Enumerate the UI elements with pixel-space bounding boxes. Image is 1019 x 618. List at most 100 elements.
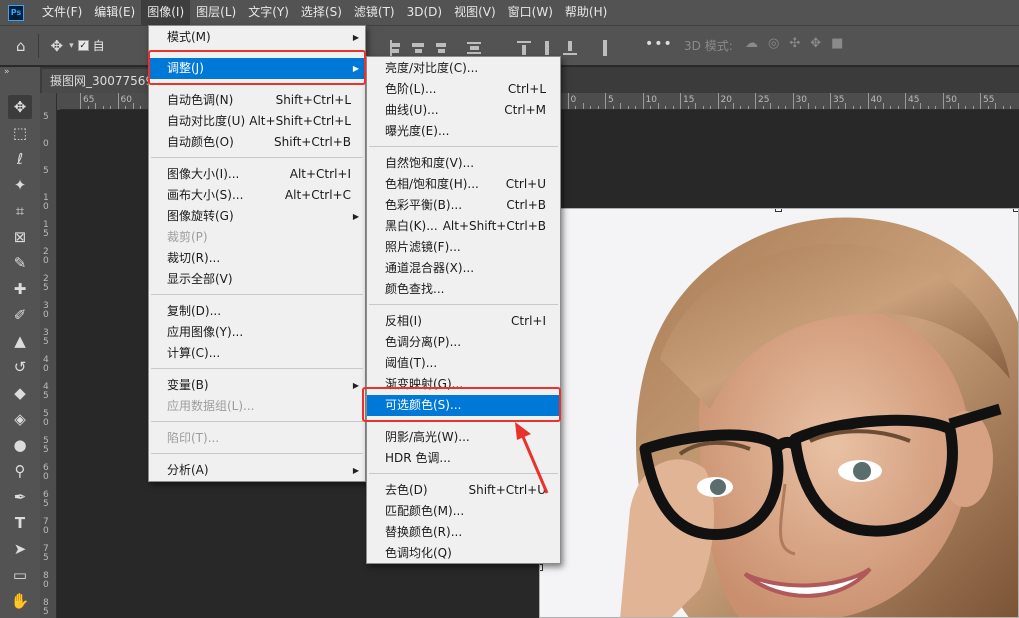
paint-bucket-icon[interactable]: ◈ — [8, 407, 32, 431]
transform-handle[interactable] — [540, 564, 543, 571]
more-options-icon[interactable]: ••• — [645, 36, 673, 52]
menu-item-label: 色阶(L)... — [385, 82, 437, 96]
menu-item-auto-contrast[interactable]: 自动对比度(U) Alt+Shift+Ctrl+L — [149, 111, 365, 132]
menu-item-equalize[interactable]: 色调均化(Q) — [367, 543, 560, 564]
menu-edit[interactable]: 编辑(E) — [88, 0, 141, 25]
ruler-minor-tick — [125, 106, 126, 109]
home-icon[interactable]: ⌂ — [16, 37, 26, 55]
menu-item-posterize[interactable]: 色调分离(P)... — [367, 332, 560, 353]
menu-item-auto-tone[interactable]: 自动色调(N) Shift+Ctrl+L — [149, 90, 365, 111]
menu-filter[interactable]: 滤镜(T) — [348, 0, 401, 25]
document-canvas[interactable] — [539, 208, 1019, 618]
ruler-minor-tick — [777, 106, 779, 109]
document-tab[interactable]: 摄图网_30077569 — [42, 69, 162, 93]
camera-3d-icon[interactable]: ■ — [831, 36, 843, 51]
auto-select-label: 自 — [92, 39, 105, 53]
menu-3d[interactable]: 3D(D) — [401, 0, 448, 25]
move-tool-icon[interactable]: ✥ — [8, 95, 32, 119]
history-brush-icon[interactable]: ↺ — [8, 355, 32, 379]
frame-tool-icon[interactable]: ⊠ — [8, 225, 32, 249]
menu-item-invert[interactable]: 反相(I) Ctrl+I — [367, 311, 560, 332]
pen-tool-icon[interactable]: ✒ — [8, 485, 32, 509]
healing-brush-icon[interactable]: ✚ — [8, 277, 32, 301]
ruler-minor-tick — [87, 106, 89, 109]
ruler-tick-label: 8 5 — [43, 598, 49, 617]
menu-item-label: 图像旋转(G) — [167, 209, 234, 223]
menu-item-brightness-contrast[interactable]: 亮度/对比度(C)... — [367, 58, 560, 79]
menu-item-black-white[interactable]: 黑白(K)... Alt+Shift+Ctrl+B — [367, 216, 560, 237]
stamp-tool-icon[interactable]: ▲ — [8, 329, 32, 353]
dodge-tool-icon[interactable]: ⚲ — [8, 459, 32, 483]
blur-tool-icon[interactable]: ● — [8, 433, 32, 457]
ruler-minor-tick — [582, 103, 584, 109]
ruler-tick-label: 3 0 — [43, 301, 49, 320]
menu-item-exposure[interactable]: 曝光度(E)... — [367, 121, 560, 142]
collapse-panel-icon[interactable]: » — [0, 67, 40, 93]
brush-tool-icon[interactable]: ✐ — [8, 303, 32, 327]
menu-item-duplicate[interactable]: 复制(D)... — [149, 301, 365, 322]
menu-image[interactable]: 图像(I) — [141, 0, 191, 25]
menu-help[interactable]: 帮助(H) — [559, 0, 613, 25]
menu-item-crop: 裁剪(P) — [149, 227, 365, 248]
move-tool-icon[interactable]: ✥ — [51, 37, 64, 55]
rectangle-tool-icon[interactable]: ▭ — [8, 563, 32, 587]
menu-view[interactable]: 视图(V) — [448, 0, 502, 25]
chevron-down-icon[interactable]: ▾ — [69, 41, 74, 51]
menu-item-apply-image[interactable]: 应用图像(Y)... — [149, 322, 365, 343]
type-tool-icon[interactable]: T — [8, 511, 32, 535]
menu-item-color-balance[interactable]: 色彩平衡(B)... Ctrl+B — [367, 195, 560, 216]
menu-item-analysis[interactable]: 分析(A) ▶ — [149, 460, 365, 481]
magic-wand-icon[interactable]: ✦ — [8, 173, 32, 197]
menu-item-photo-filter[interactable]: 照片滤镜(F)... — [367, 237, 560, 258]
hand-tool-icon[interactable]: ✋ — [8, 589, 32, 613]
align-bottom-icon[interactable] — [563, 37, 577, 59]
crop-tool-icon[interactable]: ⌗ — [8, 199, 32, 223]
menu-item-vibrance[interactable]: 自然饱和度(V)... — [367, 153, 560, 174]
path-select-icon[interactable]: ➤ — [8, 537, 32, 561]
eyedropper-icon[interactable]: ✎ — [8, 251, 32, 275]
menu-item-trim[interactable]: 裁切(R)... — [149, 248, 365, 269]
transform-handle[interactable] — [775, 209, 782, 212]
menu-window[interactable]: 窗口(W) — [502, 0, 559, 25]
ruler-tick — [605, 93, 606, 109]
menu-item-channel-mixer[interactable]: 通道混合器(X)... — [367, 258, 560, 279]
menu-item-threshold[interactable]: 阈值(T)... — [367, 353, 560, 374]
distribute-vertical-icon[interactable] — [598, 37, 612, 59]
ruler-minor-tick — [807, 103, 809, 109]
menu-item-canvas-size[interactable]: 画布大小(S)... Alt+Ctrl+C — [149, 185, 365, 206]
menu-item-replace-color[interactable]: 替换颜色(R)... — [367, 522, 560, 543]
menu-item-color-lookup[interactable]: 颜色查找... — [367, 279, 560, 300]
ruler-tick-label: 7 5 — [43, 544, 49, 563]
menu-item-auto-color[interactable]: 自动颜色(O) Shift+Ctrl+B — [149, 132, 365, 153]
menu-item-shortcut: Shift+Ctrl+B — [274, 135, 351, 149]
menu-item-mode[interactable]: 模式(M) ▶ — [149, 27, 365, 48]
slide-3d-icon[interactable]: ✥ — [810, 36, 821, 51]
menu-item-curves[interactable]: 曲线(U)... Ctrl+M — [367, 100, 560, 121]
menu-item-variables[interactable]: 变量(B) ▶ — [149, 375, 365, 396]
pan-3d-icon[interactable]: ✣ — [789, 36, 800, 51]
menu-layer[interactable]: 图层(L) — [190, 0, 242, 25]
menu-item-hue-saturation[interactable]: 色相/饱和度(H)... Ctrl+U — [367, 174, 560, 195]
menu-file[interactable]: 文件(F) — [36, 0, 88, 25]
ruler-minor-tick — [95, 103, 96, 109]
ruler-minor-tick — [627, 106, 629, 109]
ruler-tick-label: 8 0 — [43, 571, 49, 590]
menu-item-levels[interactable]: 色阶(L)... Ctrl+L — [367, 79, 560, 100]
ruler-tick-label: 4 0 — [43, 355, 49, 374]
menu-item-calculations[interactable]: 计算(C)... — [149, 343, 365, 364]
menu-select[interactable]: 选择(S) — [295, 0, 348, 25]
menu-type[interactable]: 文字(Y) — [242, 0, 295, 25]
auto-select-checkbox[interactable]: ✓ — [77, 40, 89, 51]
menu-item-reveal-all[interactable]: 显示全部(V) — [149, 269, 365, 290]
menu-item-label: 匹配颜色(M)... — [385, 504, 465, 518]
marquee-tool-icon[interactable]: ⬚ — [8, 121, 32, 145]
ruler-tick-label: 3 5 — [43, 328, 49, 347]
lasso-tool-icon[interactable]: ℓ — [8, 147, 32, 171]
eraser-tool-icon[interactable]: ◆ — [8, 381, 32, 405]
transform-handle[interactable] — [1013, 209, 1018, 212]
menu-item-image-size[interactable]: 图像大小(I)... Alt+Ctrl+I — [149, 164, 365, 185]
menu-item-image-rotation[interactable]: 图像旋转(G) ▶ — [149, 206, 365, 227]
orbit-3d-icon[interactable]: ☁ — [745, 36, 758, 51]
roll-3d-icon[interactable]: ◎ — [768, 36, 779, 51]
menu-item-match-color[interactable]: 匹配颜色(M)... — [367, 501, 560, 522]
